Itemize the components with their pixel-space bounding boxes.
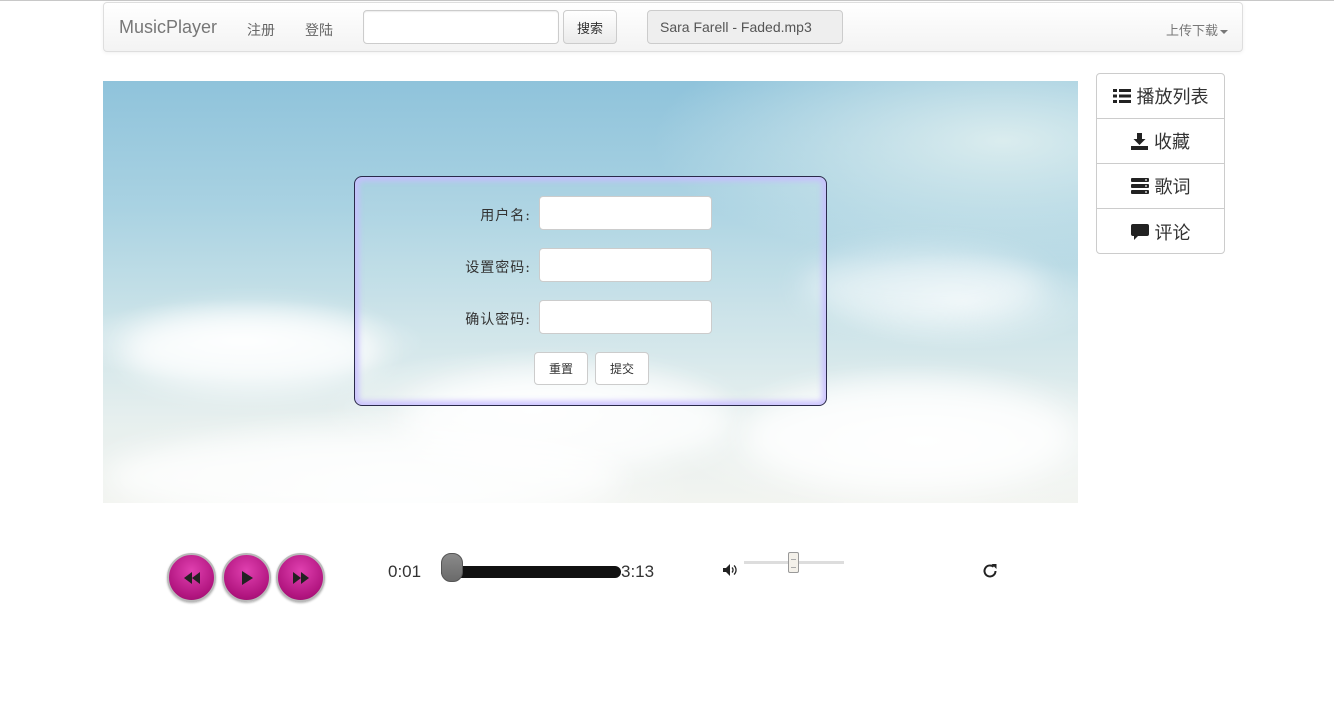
username-input[interactable]: [539, 196, 712, 230]
progress-thumb[interactable]: [440, 553, 463, 582]
cloud-shape: [803, 251, 1043, 321]
side-item-label: 评论: [1154, 222, 1191, 244]
repeat-icon[interactable]: [981, 562, 999, 580]
top-border: [0, 0, 1334, 1]
confirm-password-input[interactable]: [539, 300, 712, 334]
username-label: 用户名:: [480, 208, 531, 224]
rewind-icon: [183, 571, 200, 584]
login-link[interactable]: 登陆: [305, 20, 333, 40]
register-form: 用户名: 设置密码: 确认密码: 重置 提交: [354, 176, 827, 406]
background-image: 用户名: 设置密码: 确认密码: 重置 提交: [103, 81, 1078, 503]
side-item-label: 歌词: [1154, 177, 1191, 198]
side-item-favorites[interactable]: 收藏: [1097, 119, 1224, 164]
upload-download-dropdown[interactable]: 上传下载: [1166, 20, 1228, 39]
download-icon: [1131, 132, 1148, 150]
volume-icon[interactable]: [723, 564, 739, 576]
brand-logo[interactable]: MusicPlayer: [119, 17, 217, 38]
play-icon: [241, 570, 253, 585]
fast-forward-icon: [292, 571, 309, 584]
play-button[interactable]: [222, 553, 271, 602]
side-menu: 播放列表 收藏 歌词 评论: [1096, 73, 1225, 254]
cloud-shape: [123, 311, 383, 391]
server-icon: [1130, 178, 1149, 194]
dropdown-label: 上传下载: [1165, 24, 1218, 39]
progress-bar[interactable]: [441, 566, 621, 578]
password-input[interactable]: [539, 248, 712, 282]
navbar: MusicPlayer 注册 登陆 搜索 Sara Farell - Faded…: [103, 2, 1243, 52]
side-item-comments[interactable]: 评论: [1097, 209, 1224, 254]
current-time: 0:01: [388, 562, 422, 581]
previous-button[interactable]: [167, 553, 216, 602]
next-button[interactable]: [276, 553, 325, 602]
reset-button[interactable]: 重置: [534, 352, 588, 385]
side-item-label: 播放列表: [1136, 87, 1209, 108]
total-time: 3:13: [621, 562, 655, 581]
now-playing-field: Sara Farell - Faded.mp3: [647, 10, 843, 44]
confirm-password-label: 确认密码:: [465, 312, 531, 328]
register-link[interactable]: 注册: [247, 20, 275, 40]
side-item-label: 收藏: [1154, 132, 1190, 153]
search-button[interactable]: 搜索: [563, 10, 617, 44]
search-input[interactable]: [363, 10, 559, 44]
caret-down-icon: [1220, 29, 1228, 34]
password-label: 设置密码:: [465, 260, 531, 276]
submit-button[interactable]: 提交: [595, 352, 649, 385]
side-item-playlist[interactable]: 播放列表: [1097, 74, 1224, 119]
volume-slider-thumb[interactable]: [788, 552, 799, 573]
list-icon: [1112, 89, 1131, 103]
side-item-lyrics[interactable]: 歌词: [1097, 164, 1224, 209]
comment-icon: [1130, 223, 1149, 240]
